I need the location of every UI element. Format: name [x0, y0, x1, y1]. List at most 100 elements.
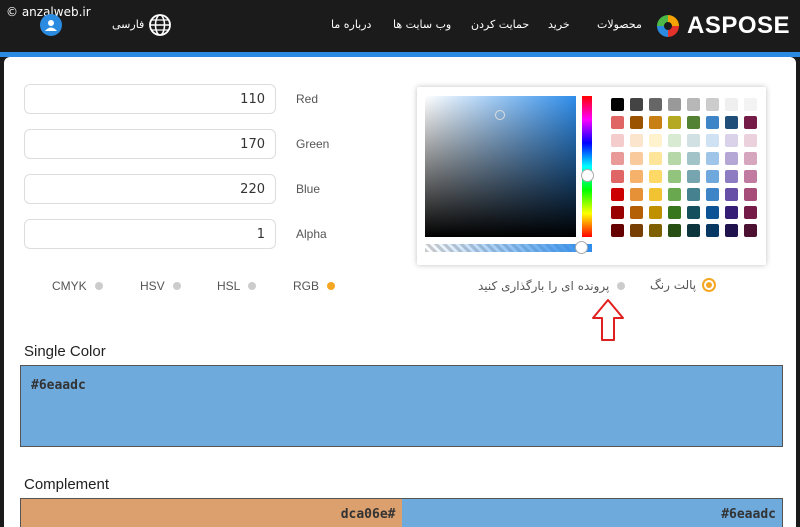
- blue-field[interactable]: [24, 174, 276, 204]
- nav-websites[interactable]: وب سایت ها: [393, 18, 451, 31]
- mode-hsv[interactable]: HSV: [140, 279, 181, 293]
- palette-swatch[interactable]: [668, 224, 681, 237]
- mode-hsv-dot[interactable]: [172, 282, 181, 290]
- hue-handle[interactable]: [581, 169, 594, 182]
- palette-swatch[interactable]: [630, 152, 643, 165]
- palette-swatch[interactable]: [649, 206, 662, 219]
- green-field[interactable]: [24, 129, 276, 159]
- palette-swatch[interactable]: [706, 152, 719, 165]
- language-label[interactable]: فارسی: [112, 18, 144, 31]
- palette-swatch[interactable]: [630, 116, 643, 129]
- source-palette-radio[interactable]: [702, 278, 717, 292]
- palette-swatch[interactable]: [630, 224, 643, 237]
- hue-slider[interactable]: [582, 96, 592, 237]
- green-input[interactable]: [25, 130, 275, 158]
- user-avatar-icon[interactable]: [40, 14, 62, 36]
- palette-swatch[interactable]: [630, 206, 643, 219]
- palette-swatch[interactable]: [687, 152, 700, 165]
- palette-swatch[interactable]: [668, 170, 681, 183]
- palette-swatch[interactable]: [611, 188, 624, 201]
- palette-swatch[interactable]: [725, 206, 738, 219]
- palette-swatch[interactable]: [744, 170, 757, 183]
- palette-swatch[interactable]: [744, 152, 757, 165]
- source-upload-option[interactable]: پرونده ای را بارگذاری کنید: [478, 279, 626, 293]
- palette-swatch[interactable]: [630, 98, 643, 111]
- palette-swatch[interactable]: [611, 152, 624, 165]
- palette-swatch[interactable]: [744, 206, 757, 219]
- alpha-slider[interactable]: [425, 244, 592, 252]
- palette-swatch[interactable]: [668, 98, 681, 111]
- globe-icon[interactable]: [148, 13, 172, 37]
- palette-swatch[interactable]: [744, 224, 757, 237]
- palette-swatch[interactable]: [649, 170, 662, 183]
- palette-swatch[interactable]: [668, 152, 681, 165]
- nav-buy[interactable]: خرید: [548, 18, 570, 31]
- palette-swatch[interactable]: [687, 224, 700, 237]
- palette-swatch[interactable]: [611, 224, 624, 237]
- palette-swatch[interactable]: [706, 224, 719, 237]
- palette-swatch[interactable]: [649, 224, 662, 237]
- palette-swatch[interactable]: [744, 134, 757, 147]
- palette-swatch[interactable]: [649, 188, 662, 201]
- alpha-field[interactable]: [24, 219, 276, 249]
- palette-swatch[interactable]: [706, 188, 719, 201]
- palette-swatch[interactable]: [725, 134, 738, 147]
- nav-about[interactable]: درباره ما: [331, 18, 371, 31]
- palette-swatch[interactable]: [649, 116, 662, 129]
- palette-swatch[interactable]: [611, 134, 624, 147]
- palette-swatch[interactable]: [687, 188, 700, 201]
- nav-support[interactable]: حمایت کردن: [471, 18, 529, 31]
- mode-rgb[interactable]: RGB: [293, 279, 336, 293]
- palette-swatch[interactable]: [725, 224, 738, 237]
- palette-swatch[interactable]: [706, 206, 719, 219]
- palette-swatch[interactable]: [706, 98, 719, 111]
- palette-swatch[interactable]: [611, 170, 624, 183]
- palette-swatch[interactable]: [611, 98, 624, 111]
- source-upload-dot[interactable]: [617, 282, 626, 290]
- palette-swatch[interactable]: [725, 98, 738, 111]
- palette-swatch[interactable]: [630, 188, 643, 201]
- palette-swatch[interactable]: [687, 170, 700, 183]
- red-input[interactable]: [25, 85, 275, 113]
- palette-swatch[interactable]: [668, 188, 681, 201]
- palette-swatch[interactable]: [649, 152, 662, 165]
- palette-swatch[interactable]: [630, 170, 643, 183]
- nav-products[interactable]: محصولات: [597, 18, 642, 31]
- palette-swatch[interactable]: [725, 152, 738, 165]
- palette-swatch[interactable]: [744, 116, 757, 129]
- aspose-logo[interactable]: ASPOSE: [655, 12, 790, 40]
- palette-swatch[interactable]: [744, 188, 757, 201]
- palette-swatch[interactable]: [725, 188, 738, 201]
- palette-swatch[interactable]: [611, 116, 624, 129]
- alpha-handle[interactable]: [575, 241, 588, 254]
- palette-swatch[interactable]: [649, 134, 662, 147]
- palette-swatch[interactable]: [687, 98, 700, 111]
- palette-swatch[interactable]: [630, 134, 643, 147]
- alpha-label: Alpha: [296, 227, 327, 241]
- blue-input[interactable]: [25, 175, 275, 203]
- mode-rgb-dot[interactable]: [327, 282, 336, 290]
- mode-cmyk-dot[interactable]: [94, 282, 103, 290]
- palette-swatch[interactable]: [687, 134, 700, 147]
- complement-right-hex: #6eaadc: [721, 507, 776, 522]
- palette-swatch[interactable]: [611, 206, 624, 219]
- palette-swatch[interactable]: [668, 134, 681, 147]
- red-field[interactable]: [24, 84, 276, 114]
- palette-swatch[interactable]: [668, 116, 681, 129]
- palette-swatch[interactable]: [687, 206, 700, 219]
- palette-swatch[interactable]: [668, 206, 681, 219]
- mode-hsl-dot[interactable]: [248, 282, 257, 290]
- mode-cmyk[interactable]: CMYK: [52, 279, 103, 293]
- palette-swatch[interactable]: [725, 170, 738, 183]
- mode-hsl[interactable]: HSL: [217, 279, 257, 293]
- palette-swatch[interactable]: [725, 116, 738, 129]
- palette-swatch[interactable]: [706, 134, 719, 147]
- source-palette-option[interactable]: پالت رنگ: [650, 278, 717, 292]
- palette-swatch[interactable]: [706, 116, 719, 129]
- palette-swatch[interactable]: [744, 98, 757, 111]
- alpha-input[interactable]: [25, 220, 275, 248]
- palette-swatch[interactable]: [687, 116, 700, 129]
- palette-swatch[interactable]: [706, 170, 719, 183]
- saturation-handle[interactable]: [495, 110, 505, 120]
- palette-swatch[interactable]: [649, 98, 662, 111]
